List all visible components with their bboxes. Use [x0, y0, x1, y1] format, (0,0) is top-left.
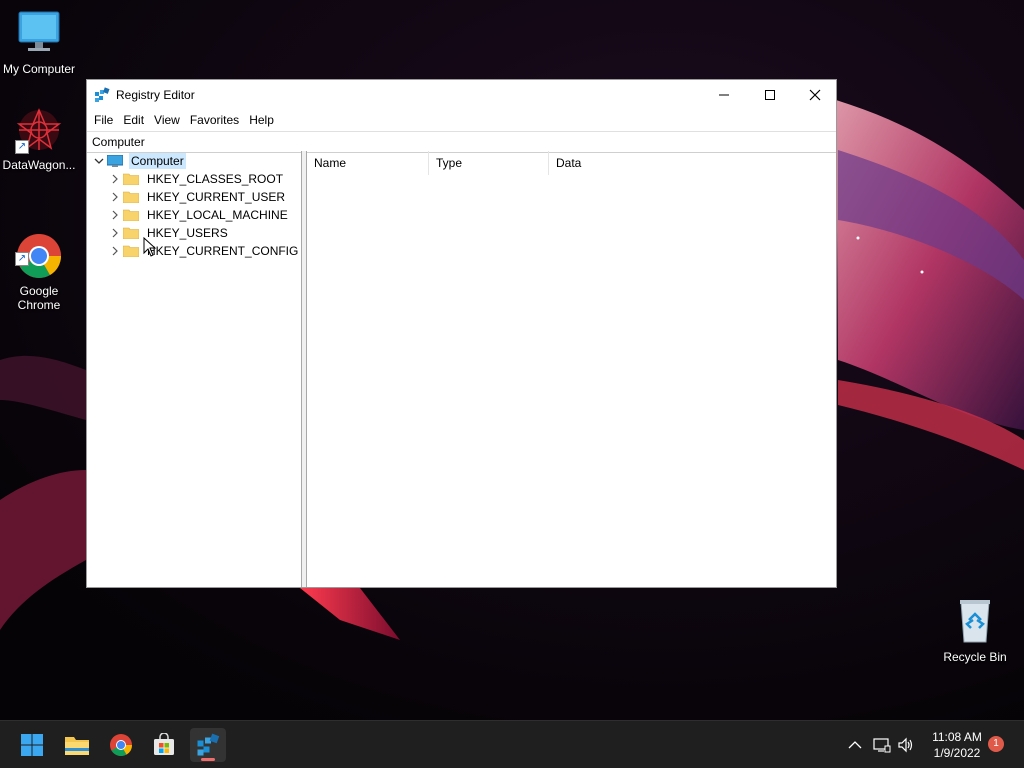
active-app-indicator [201, 758, 215, 761]
tree-item-label: HKEY_CLASSES_ROOT [147, 172, 284, 186]
registry-editor-icon [197, 733, 220, 756]
datawagon-app-icon: ↗ [15, 106, 63, 154]
desktop-icon-label: My Computer [2, 62, 76, 76]
chevron-down-icon[interactable] [91, 152, 107, 170]
folder-icon [123, 245, 139, 257]
menu-bar: File Edit View Favorites Help [87, 110, 836, 130]
recycle-bin-icon [951, 598, 999, 646]
menu-edit[interactable]: Edit [118, 113, 149, 127]
tree-item-hkey-classes-root[interactable]: HKEY_CLASSES_ROOT [107, 170, 285, 188]
clock-time: 11:08 AM [932, 730, 982, 744]
minimize-icon [719, 94, 729, 96]
chevron-up-icon [848, 741, 862, 749]
chevron-right-icon[interactable] [107, 242, 123, 260]
start-icon [21, 734, 43, 756]
column-header-type[interactable]: Type [429, 151, 549, 175]
taskbar-registry-editor[interactable] [190, 728, 226, 762]
tree-item-label: HKEY_CURRENT_CONFIG [147, 244, 299, 258]
column-header-name[interactable]: Name [307, 151, 429, 175]
minimize-button[interactable] [701, 80, 747, 110]
values-list[interactable]: Name Type Data [307, 151, 836, 587]
close-button[interactable] [792, 80, 838, 110]
desktop-icon-label: Google Chrome [17, 284, 61, 312]
menu-view[interactable]: View [149, 113, 185, 127]
registry-editor-window[interactable]: Registry Editor File Edit View Favorites… [86, 79, 837, 588]
volume-tray-button[interactable] [896, 735, 916, 755]
address-path: Computer [92, 135, 145, 149]
maximize-button[interactable] [747, 80, 793, 110]
menu-file[interactable]: File [89, 113, 118, 127]
desktop-icon-datawagon[interactable]: ↗ DataWagon... [0, 106, 78, 172]
shortcut-arrow-icon: ↗ [15, 252, 29, 266]
start-button[interactable] [14, 728, 50, 762]
tree-item-label: Computer [129, 153, 186, 169]
chrome-icon: ↗ [15, 218, 63, 278]
desktop-icon-recycle-bin[interactable]: Recycle Bin [936, 598, 1014, 664]
chevron-right-icon[interactable] [107, 188, 123, 206]
tree-item-label: HKEY_CURRENT_USER [147, 190, 286, 204]
registry-tree: Computer HKEY_CLASSES_ROOT HKEY_CURRENT_… [87, 151, 302, 587]
taskbar-store[interactable] [146, 728, 182, 762]
close-icon [809, 89, 821, 101]
show-hidden-icons-button[interactable] [845, 735, 865, 755]
desktop-icon-label: DataWagon... [2, 158, 76, 172]
address-bar[interactable]: Computer [87, 131, 836, 153]
computer-icon [107, 155, 123, 167]
folder-icon [123, 227, 139, 239]
folder-icon [123, 209, 139, 221]
shortcut-arrow-icon: ↗ [15, 140, 29, 154]
maximize-icon [765, 90, 775, 100]
editor-panes: Computer HKEY_CLASSES_ROOT HKEY_CURRENT_… [87, 151, 836, 587]
network-tray-button[interactable] [872, 735, 892, 755]
window-title: Registry Editor [116, 88, 195, 102]
notification-badge[interactable]: 1 [988, 736, 1004, 752]
clock[interactable]: 11:08 AM 1/9/2022 [928, 729, 986, 761]
chevron-right-icon[interactable] [107, 206, 123, 224]
tree-item-hkey-users[interactable]: HKEY_USERS [107, 224, 230, 242]
desktop-icon-label: Recycle Bin [943, 650, 1007, 664]
chevron-right-icon[interactable] [107, 170, 123, 188]
chrome-icon [110, 734, 132, 756]
tree-item-computer[interactable]: Computer [91, 152, 186, 170]
menu-help[interactable]: Help [244, 113, 279, 127]
volume-icon [898, 737, 913, 753]
chevron-right-icon[interactable] [107, 224, 123, 242]
taskbar: 11:08 AM 1/9/2022 [0, 720, 1024, 768]
title-bar[interactable]: Registry Editor [87, 80, 836, 110]
desktop-icon-my-computer[interactable]: My Computer [0, 10, 78, 76]
network-icon [873, 738, 891, 753]
folder-icon [123, 173, 139, 185]
tree-item-hkey-current-user[interactable]: HKEY_CURRENT_USER [107, 188, 287, 206]
monitor-icon [15, 10, 63, 58]
mouse-cursor-icon [143, 237, 157, 257]
taskbar-file-explorer[interactable] [59, 728, 95, 762]
file-explorer-icon [65, 737, 89, 755]
taskbar-chrome[interactable] [103, 728, 139, 762]
clock-date: 1/9/2022 [933, 746, 981, 760]
tree-item-label: HKEY_USERS [147, 226, 228, 240]
tree-item-hkey-local-machine[interactable]: HKEY_LOCAL_MACHINE [107, 206, 290, 224]
folder-icon [123, 191, 139, 203]
tree-item-label: HKEY_LOCAL_MACHINE [147, 208, 288, 222]
column-header-data[interactable]: Data [549, 151, 669, 175]
tree-item-hkey-current-config[interactable]: HKEY_CURRENT_CONFIG [107, 242, 300, 260]
menu-favorites[interactable]: Favorites [185, 113, 244, 127]
store-icon [154, 733, 174, 755]
registry-editor-icon [95, 87, 110, 102]
desktop-icon-google-chrome[interactable]: ↗ Google Chrome [0, 204, 78, 326]
